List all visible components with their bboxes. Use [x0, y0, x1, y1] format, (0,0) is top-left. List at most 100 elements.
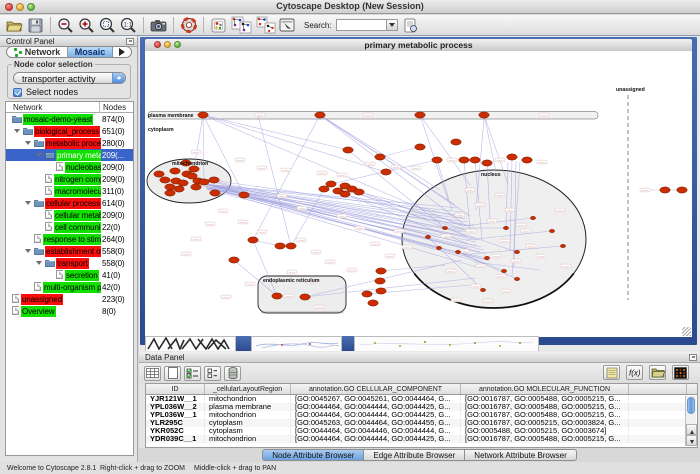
matrix-icon[interactable]: [672, 365, 689, 380]
table-cell[interactable]: YPL036W__1: [146, 411, 205, 419]
function-builder-icon[interactable]: f(x): [626, 365, 643, 380]
tab-overflow-button[interactable]: [113, 47, 131, 57]
tree-row-label[interactable]: metabolic process: [45, 138, 101, 149]
node[interactable]: [459, 157, 469, 163]
camera-icon[interactable]: [149, 16, 168, 35]
table-cell[interactable]: [GO:0016787, GO:0005488, GO:0005215, G..…: [461, 403, 629, 411]
table-cell[interactable]: [GO:0005488, GO:0005215, GO:0003674]: [461, 427, 629, 435]
network-graph[interactable]: plasma membranecytoplasmmitochondrionnuc…: [145, 51, 692, 337]
float-panel-icon[interactable]: [689, 354, 697, 361]
tree-row-label[interactable]: nucleobase-: [65, 162, 101, 173]
node[interactable]: [425, 235, 430, 238]
table-cell[interactable]: [GO:0044464, GO:0044444, GO:0044425, G..…: [291, 403, 461, 411]
column-header-filler[interactable]: [629, 384, 687, 394]
node[interactable]: [376, 288, 386, 294]
table-row[interactable]: YJR121W__1mitochondrion[GO:0045267, GO:0…: [146, 395, 697, 403]
node[interactable]: [677, 187, 687, 193]
table-cell[interactable]: mitochondrion: [205, 411, 291, 419]
tree-row[interactable]: secretion41(0): [6, 269, 133, 281]
table-cell[interactable]: plasma membrane: [205, 403, 291, 411]
node[interactable]: [415, 144, 425, 150]
node[interactable]: [326, 181, 336, 187]
table-cell[interactable]: [GO:0044464, GO:0044444, GO:0044425, G..…: [291, 411, 461, 419]
tab-node-attribute-browser[interactable]: Node Attribute Browser: [262, 449, 364, 461]
node[interactable]: [376, 268, 386, 274]
table-cell[interactable]: [GO:0016787, GO:0005488, GO:0005215, G..…: [461, 435, 629, 443]
zoom-out-icon[interactable]: [56, 16, 75, 35]
tree-row-label[interactable]: primary metabo: [56, 150, 101, 161]
tree-row[interactable]: cellular metabo209(0): [6, 209, 133, 221]
network-overlay-b-icon[interactable]: [255, 16, 276, 35]
table-cell[interactable]: [GO:0016787, GO:0005215, GO:0003824, G..…: [461, 419, 629, 427]
node[interactable]: [455, 250, 460, 253]
node[interactable]: [660, 187, 670, 193]
node[interactable]: [315, 112, 325, 118]
tree-row-label[interactable]: macromolecule: [54, 186, 101, 197]
node[interactable]: [275, 243, 285, 249]
edge[interactable]: [258, 115, 291, 246]
network-overlay-a-icon[interactable]: [230, 16, 253, 35]
tree-row[interactable]: cellular process614(0): [6, 197, 133, 209]
table-cell[interactable]: [GO:0016787, GO:0005488, GO:0005215, G..…: [461, 395, 629, 403]
tab-mosaic[interactable]: Mosaic: [68, 47, 113, 57]
node[interactable]: [503, 226, 508, 229]
table-cell[interactable]: YKR052C: [146, 427, 205, 435]
table-icon[interactable]: [144, 366, 161, 381]
tree-row-label[interactable]: cell communicat: [54, 222, 101, 233]
network-window-titlebar[interactable]: primary metabolic process: [145, 39, 692, 51]
tree-row-label[interactable]: Overview: [21, 306, 56, 317]
column-header[interactable]: _cellularLayoutRegion: [205, 384, 291, 394]
table-cell[interactable]: YLR295C: [146, 419, 205, 427]
node[interactable]: [248, 237, 258, 243]
delete-attribute-icon[interactable]: [224, 366, 241, 381]
node[interactable]: [530, 216, 535, 219]
edge[interactable]: [203, 115, 348, 150]
tree-row[interactable]: response to stimul264(0): [6, 233, 133, 245]
help-ring-icon[interactable]: [179, 16, 198, 35]
node[interactable]: [300, 294, 310, 300]
expand-arrow-icon[interactable]: [25, 249, 31, 256]
tree-row-label[interactable]: mosaic-demo-yeast: [23, 114, 93, 125]
node[interactable]: [484, 256, 489, 259]
node[interactable]: [479, 112, 489, 118]
node[interactable]: [272, 293, 282, 299]
tree-row[interactable]: metabolic process280(0): [6, 137, 133, 149]
tree-row-label[interactable]: cellular metabo: [54, 210, 101, 221]
table-cell[interactable]: [629, 403, 687, 411]
import-folder-icon[interactable]: [649, 365, 666, 380]
tree-row-label[interactable]: nitrogen compo: [54, 174, 101, 185]
tree-row[interactable]: mosaic-demo-yeast874(0): [6, 113, 133, 125]
table-cell[interactable]: [GO:0045263, GO:0044464, GO:0044455, G..…: [291, 419, 461, 427]
edge[interactable]: [380, 147, 420, 157]
tree-row[interactable]: primary metabo209(...: [6, 149, 133, 161]
tree-row[interactable]: transport558(0): [6, 257, 133, 269]
table-cell[interactable]: [629, 435, 687, 443]
table-cell[interactable]: [GO:0044464, GO:0044444, GO:0044425, G..…: [291, 435, 461, 443]
column-header[interactable]: annotation.GO MOLECULAR_FUNCTION: [461, 384, 629, 394]
node[interactable]: [480, 288, 485, 291]
tab-edge-attribute-browser[interactable]: Edge Attribute Browser: [364, 449, 465, 461]
node-color-dropdown[interactable]: transporter activity: [13, 72, 126, 84]
network-view-window[interactable]: primary metabolic process plasma membran…: [140, 37, 697, 345]
background-window-fragment[interactable]: [342, 336, 354, 351]
node[interactable]: [415, 112, 425, 118]
node[interactable]: [239, 192, 249, 198]
tree-row-label[interactable]: multi-organism pro: [43, 282, 101, 293]
expand-arrow-icon[interactable]: [36, 153, 42, 160]
table-cell[interactable]: [GO:0045267, GO:0045261, GO:0044464, G..…: [291, 395, 461, 403]
node[interactable]: [178, 180, 188, 186]
new-attribute-icon[interactable]: [164, 366, 181, 381]
edge[interactable]: [203, 115, 462, 226]
table-cell[interactable]: [GO:0016787, GO:0005488, GO:0005215, G..…: [461, 411, 629, 419]
table-cell[interactable]: YPL036W__2: [146, 403, 205, 411]
tree-row-label[interactable]: cellular process: [45, 198, 101, 209]
node[interactable]: [470, 157, 480, 163]
notepad-icon[interactable]: [603, 365, 620, 380]
node[interactable]: [560, 244, 565, 247]
open-folder-icon[interactable]: [5, 16, 24, 35]
table-cell[interactable]: [629, 427, 687, 435]
search-input[interactable]: [336, 19, 398, 31]
node[interactable]: [482, 160, 492, 166]
save-icon[interactable]: [26, 16, 45, 35]
table-cell[interactable]: mitochondrion: [205, 435, 291, 443]
